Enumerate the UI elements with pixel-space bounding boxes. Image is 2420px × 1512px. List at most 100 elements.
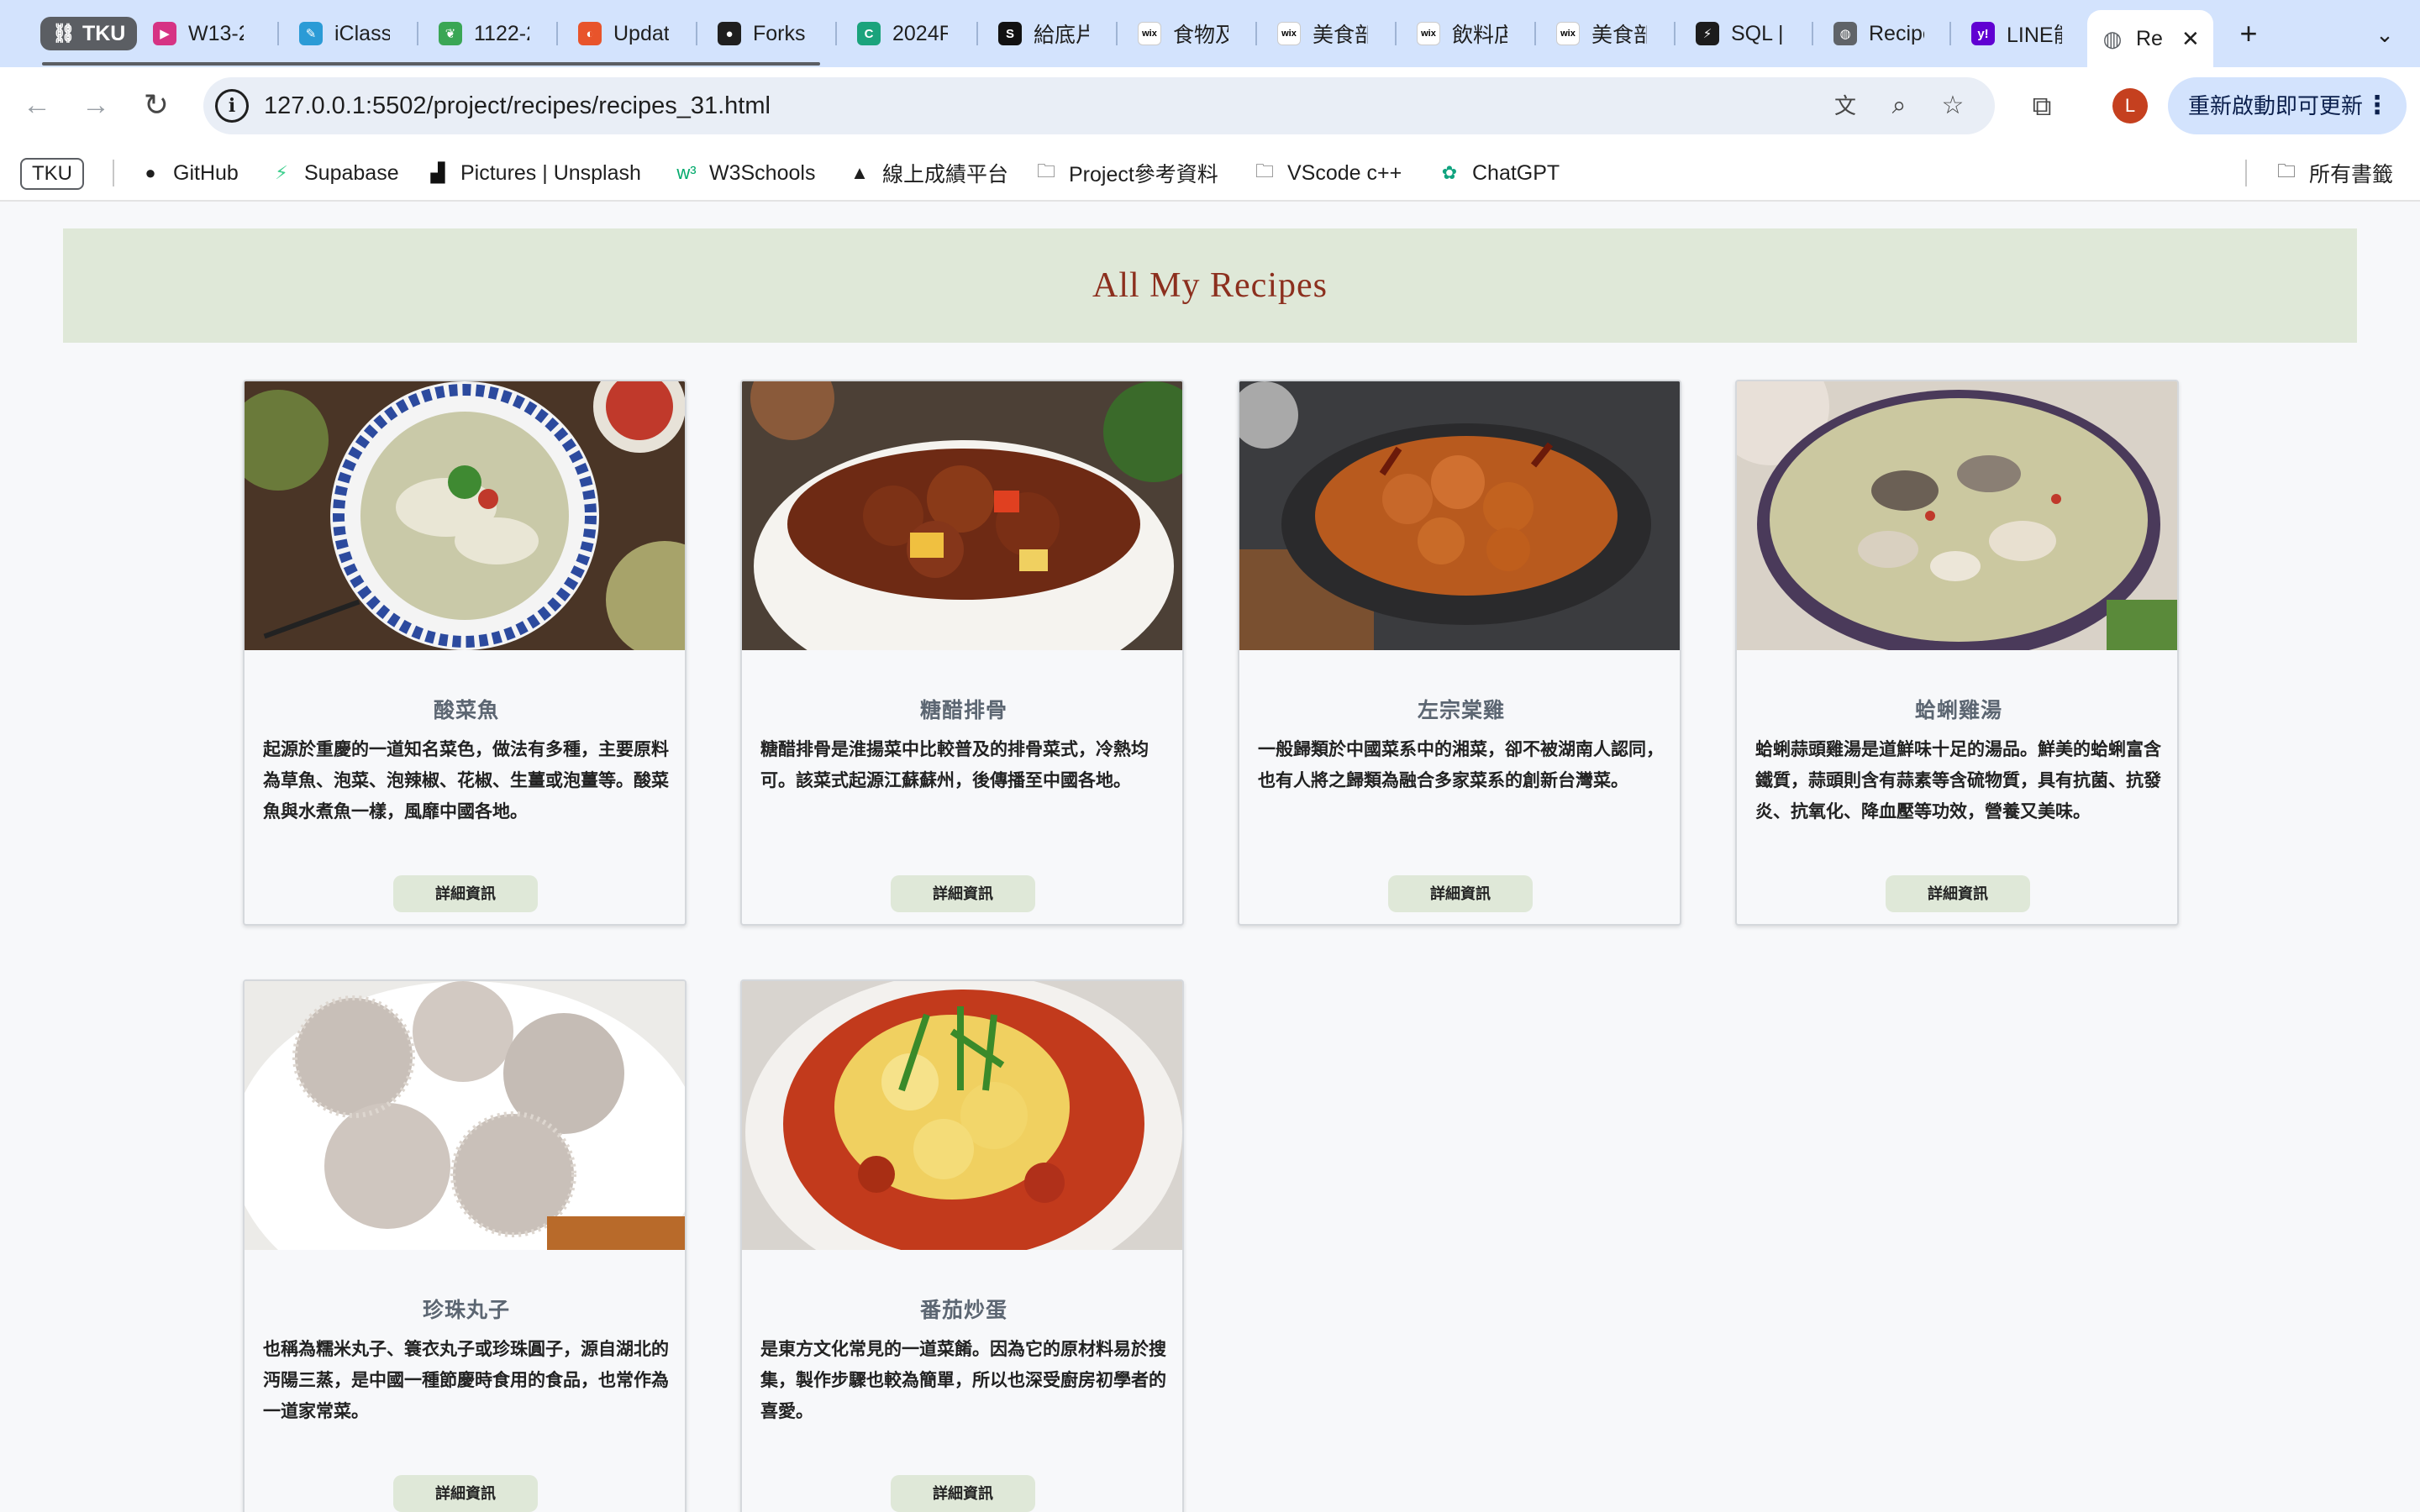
more-menu-icon[interactable]: ⋮ xyxy=(2365,77,2390,134)
details-button[interactable]: 詳細資訊 xyxy=(393,875,538,912)
bookmark-label: W3Schools xyxy=(709,160,816,185)
browser-tab[interactable]: ✎ iClass xyxy=(286,10,403,57)
tab-title: iClass xyxy=(334,21,390,45)
tab-separator xyxy=(1812,22,1813,45)
tab-title: 美食部 xyxy=(1313,24,1368,47)
back-arrow-icon[interactable]: ← xyxy=(17,86,57,126)
recipe-description: 一般歸類於中國菜系中的湘菜，卻不被湖南人認同，也有人將之歸類為融合多家菜系的創新… xyxy=(1258,740,1664,790)
recipe-card: 番茄炒蛋 是東方文化常見的一道菜餚。因為它的原材料易於搜集，製作步驟也較為簡單，所… xyxy=(740,979,1184,1512)
recipe-card: 糖醋排骨 糖醋排骨是淮揚菜中比較普及的排骨菜式，冷熱均可。該菜式起源江蘇蘇州，後傳… xyxy=(740,380,1184,926)
tab-separator xyxy=(556,22,558,45)
bookmark-item[interactable]: ● GitHub xyxy=(138,156,238,190)
recipe-card: 左宗棠雞一般歸類於中國菜系中的湘菜，卻不被湖南人認同，也有人將之歸類為融合多家菜… xyxy=(1238,380,1681,926)
bookmark-item[interactable]: ▲ 線上成績平台 xyxy=(847,156,1008,190)
browser-tab[interactable]: y! LINE能 xyxy=(1958,10,2075,57)
recipe-name: 左宗棠雞 xyxy=(1417,699,1505,722)
close-icon[interactable]: ✕ xyxy=(2181,26,2200,52)
tab-group-label: TKU xyxy=(82,21,126,45)
details-button[interactable]: 詳細資訊 xyxy=(1886,875,2030,912)
extensions-icon[interactable]: ⧉ xyxy=(2022,86,2062,126)
profile-avatar[interactable]: L xyxy=(2112,88,2148,123)
triangle-icon: ▲ xyxy=(850,162,869,183)
details-button[interactable]: 詳細資訊 xyxy=(891,875,1035,912)
tab-favicon-icon: C xyxy=(857,22,881,45)
bookmark-star-icon[interactable]: ☆ xyxy=(1936,89,1970,123)
bookmark-item[interactable]: ✿ ChatGPT xyxy=(1437,156,1560,190)
bookmark-item[interactable]: 🗀 Project參考資料 xyxy=(1034,156,1218,190)
browser-tab[interactable]: ◐ Updat xyxy=(565,10,682,57)
recipe-name: 酸菜魚 xyxy=(433,699,499,722)
tab-separator xyxy=(277,22,279,45)
bookmark-item[interactable]: w³ W3Schools xyxy=(674,156,815,190)
page-title: All My Recipes xyxy=(1092,266,1328,305)
folder-icon: 🗀 xyxy=(1036,160,1055,181)
reload-icon[interactable]: ↻ xyxy=(136,86,176,126)
tab-separator xyxy=(417,22,418,45)
browser-tab[interactable]: ▶ W13-2 xyxy=(139,10,257,57)
bookmarks-divider xyxy=(2245,160,2247,186)
github-icon: ● xyxy=(145,162,156,183)
tab-separator xyxy=(1949,22,1951,45)
tab-title: W13-2 xyxy=(188,21,244,45)
tab-active[interactable]: ◍ Re ✕ xyxy=(2087,10,2213,67)
tab-separator xyxy=(696,22,697,45)
translate-icon[interactable]: 文 xyxy=(1828,89,1862,123)
tab-favicon-icon: wix xyxy=(1417,22,1440,45)
browser-tab[interactable]: wix 美食部 xyxy=(1543,10,1660,57)
update-button[interactable]: 重新啟動即可更新 ⋮ xyxy=(2168,77,2407,134)
tab-favicon-icon: y! xyxy=(1971,22,1995,45)
tab-separator xyxy=(1116,22,1118,45)
tab-group-tku[interactable]: ⛓ TKU xyxy=(40,17,138,50)
bookmark-label: Supabase xyxy=(304,160,399,185)
tab-title: 給底片 xyxy=(1034,24,1089,47)
tab-title: LINE能 xyxy=(2007,24,2062,47)
tab-favicon-icon: ❦ xyxy=(439,22,462,45)
tab-favicon-icon: ⚡ xyxy=(1696,22,1719,45)
recipe-description: 蛤蜊蒜頭雞湯是道鮮味十足的湯品。鮮美的蛤蜊富含鐵質，蒜頭則含有蒜素等含硫物質，具… xyxy=(1755,740,2161,822)
browser-tab[interactable]: wix 食物及 xyxy=(1124,10,1242,57)
tab-title: Re xyxy=(2136,26,2163,50)
zoom-icon[interactable]: ⌕ xyxy=(1882,89,1916,123)
tab-favicon-icon: ▶ xyxy=(153,22,176,45)
recipe-name: 蛤蜊雞湯 xyxy=(1914,699,2002,722)
globe-icon: ◍ xyxy=(2102,25,2123,51)
chain-icon: ⛓ xyxy=(52,23,76,44)
tab-title: 美食部 xyxy=(1591,24,1647,47)
details-button[interactable]: 詳細資訊 xyxy=(891,1475,1035,1512)
tab-favicon-icon: ● xyxy=(718,22,741,45)
url-text[interactable]: 127.0.0.1:5502/project/recipes/recipes_3… xyxy=(264,92,771,120)
folder-icon: 🗀 xyxy=(1255,160,1274,181)
chevron-down-icon[interactable]: ⌄ xyxy=(2365,15,2405,55)
browser-tab[interactable]: ● Forks xyxy=(704,10,822,57)
browser-tab[interactable]: wix 飲料店 xyxy=(1403,10,1521,57)
bookmark-label: 線上成績平台 xyxy=(882,163,1009,186)
details-button[interactable]: 詳細資訊 xyxy=(393,1475,538,1512)
bookmark-tku[interactable]: TKU xyxy=(20,158,84,190)
details-button[interactable]: 詳細資訊 xyxy=(1388,875,1533,912)
new-tab-button[interactable]: + xyxy=(2228,15,2269,55)
forward-arrow-icon[interactable]: → xyxy=(76,86,116,126)
supabase-icon: ⚡ xyxy=(275,162,288,183)
browser-tab[interactable]: ⚡ SQL | xyxy=(1682,10,1800,57)
address-bar[interactable]: i 127.0.0.1:5502/project/recipes/recipes… xyxy=(203,77,1995,134)
recipe-photo xyxy=(1239,381,1680,650)
bookmark-item[interactable]: ⚡ Supabase xyxy=(269,156,399,190)
bookmark-item[interactable]: 🗀 VScode c++ xyxy=(1252,156,1402,190)
browser-tab[interactable]: C 2024R xyxy=(844,10,961,57)
bookmark-item[interactable]: ▟ Pictures | Unsplash xyxy=(425,156,641,190)
recipe-card: 珍珠丸子 也稱為糯米丸子、簑衣丸子或珍珠圓子，源自湖北的沔陽三蒸，是中國一種節慶時… xyxy=(243,979,687,1512)
browser-tab[interactable]: S 給底片 xyxy=(985,10,1102,57)
tab-separator xyxy=(1534,22,1536,45)
update-label: 重新啟動即可更新 xyxy=(2188,93,2364,118)
browser-tab[interactable]: ◍ Recipe xyxy=(1820,10,1938,57)
all-bookmarks[interactable]: 🗀 所有書籤 xyxy=(2274,156,2393,190)
site-info-icon[interactable]: i xyxy=(215,89,249,123)
recipe-photo xyxy=(245,981,685,1250)
browser-tab[interactable]: wix 美食部 xyxy=(1264,10,1381,57)
tab-favicon-icon: wix xyxy=(1556,22,1580,45)
recipe-card: 酸菜魚 起源於重慶的一道知名菜色，做法有多種，主要原料為草魚、泡菜、泡辣椒、花椒、… xyxy=(243,380,687,926)
w3schools-icon: w³ xyxy=(676,162,697,183)
recipe-photo xyxy=(742,381,1182,650)
tab-group-underline xyxy=(42,62,820,66)
browser-tab[interactable]: ❦ 1122-2 xyxy=(425,10,543,57)
